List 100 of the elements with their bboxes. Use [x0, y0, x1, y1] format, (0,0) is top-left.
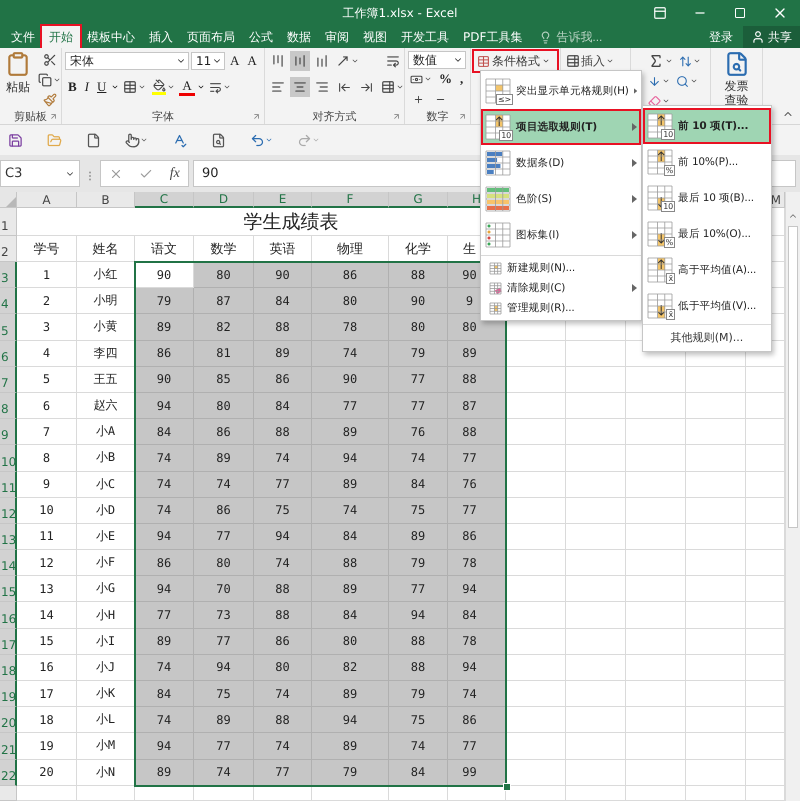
column-header[interactable]: A — [17, 192, 77, 208]
column-header[interactable]: B — [77, 192, 135, 208]
column-header[interactable]: D — [194, 192, 254, 208]
row-header[interactable]: 18 — [0, 654, 17, 681]
table-cell: 79 — [135, 288, 194, 314]
row-header[interactable]: 8 — [0, 392, 17, 420]
ribbon-tab[interactable]: 视图 — [356, 26, 394, 48]
row-header[interactable]: 5 — [0, 314, 17, 341]
row-header[interactable]: 12 — [0, 498, 17, 524]
table-cell: 87 — [448, 392, 506, 420]
row-header[interactable]: 7 — [0, 366, 17, 393]
row-header[interactable]: 1 — [0, 208, 17, 236]
table-cell: 94 — [135, 576, 194, 602]
row-header[interactable]: 19 — [0, 681, 17, 708]
table-cell: 74 — [135, 472, 194, 498]
row-header[interactable]: 20 — [0, 707, 17, 734]
ribbon-tab[interactable]: 插入 — [142, 26, 180, 48]
font-name-field[interactable]: 宋体 — [65, 52, 189, 70]
table-cell: 74 — [135, 707, 194, 734]
menu-item[interactable]: x̄ 低于平均值(V)... — [643, 288, 771, 324]
invoice-check-button[interactable]: 发票查验 — [714, 51, 759, 108]
table-cell: 76 — [389, 419, 448, 446]
row-header[interactable]: 11 — [0, 472, 17, 498]
sign-in-link[interactable]: 登录 — [699, 26, 743, 48]
row-header[interactable]: 16 — [0, 602, 17, 629]
column-header[interactable]: G — [389, 192, 448, 208]
font-color-button[interactable]: A — [179, 78, 195, 96]
ribbon-tab[interactable]: 数据 — [280, 26, 318, 48]
table-cell: 19 — [17, 733, 77, 760]
comma-button[interactable]: , — [457, 69, 466, 89]
ribbon-tab[interactable]: 页面布局 — [180, 26, 242, 48]
row-header[interactable]: 3 — [0, 262, 17, 288]
shrink-font-button[interactable]: A — [244, 51, 260, 71]
ribbon-tab[interactable]: PDF工具集 — [456, 26, 530, 48]
table-cell: 74 — [389, 445, 448, 472]
table-cell: 78 — [312, 314, 389, 341]
ribbon-tab[interactable]: 审阅 — [318, 26, 356, 48]
column-header[interactable]: F — [312, 192, 389, 208]
row-header[interactable]: 17 — [0, 628, 17, 655]
table-cell: 82 — [194, 314, 254, 341]
table-cell: 94 — [254, 524, 312, 550]
percent-button[interactable]: % — [436, 69, 455, 89]
table-cell: 88 — [254, 419, 312, 446]
menu-item[interactable]: 10 前 10 项(T)... — [643, 108, 771, 144]
font-size-field[interactable]: 11 — [191, 52, 225, 70]
table-cell: 李四 — [77, 340, 135, 367]
tell-me-field[interactable]: 告诉我... — [556, 30, 646, 44]
table-cell: 16 — [17, 654, 77, 681]
table-cell: 80 — [312, 288, 389, 314]
row-header[interactable]: 13 — [0, 524, 17, 550]
table-cell: 94 — [389, 602, 448, 629]
table-cell: 90 — [389, 288, 448, 314]
table-cell: 80 — [194, 262, 254, 288]
row-header[interactable]: 9 — [0, 419, 17, 446]
underline-button[interactable]: U — [94, 77, 110, 97]
ribbon-tab[interactable]: 模板中心 — [80, 26, 142, 48]
insert-button[interactable]: 插入 — [564, 51, 616, 71]
row-header[interactable]: 2 — [0, 236, 17, 262]
table-cell: 小D — [77, 498, 135, 524]
row-header[interactable]: 14 — [0, 550, 17, 576]
menu-item[interactable]: 10 项目选取规则(T) — [481, 109, 641, 145]
table-cell: 77 — [254, 760, 312, 786]
menu-item[interactable]: ≤> 突出显示单元格规则(H) — [481, 73, 641, 109]
column-header[interactable]: E — [254, 192, 312, 208]
number-format-field[interactable]: 数值 — [408, 51, 466, 69]
row-header[interactable]: 22 — [0, 760, 17, 786]
table-cell: 80 — [194, 550, 254, 576]
ribbon-tab[interactable]: 文件 — [4, 26, 42, 48]
ribbon-tab[interactable]: 开发工具 — [394, 26, 456, 48]
conditional-format-button[interactable]: 条件格式 — [474, 51, 557, 71]
ribbon-tab[interactable]: 公式 — [242, 26, 280, 48]
table-cell: 84 — [135, 681, 194, 708]
paste-button[interactable]: 粘贴 — [3, 51, 33, 109]
menu-item[interactable]: % 最后 10%(O)... — [643, 216, 771, 252]
row-header[interactable]: 4 — [0, 288, 17, 314]
share-button[interactable]: 共享 — [743, 26, 800, 48]
table-cell: 85 — [194, 366, 254, 393]
row-header[interactable]: 21 — [0, 733, 17, 760]
menu-item[interactable]: x̄ 高于平均值(A)... — [643, 252, 771, 288]
bold-button[interactable]: B — [65, 77, 80, 97]
row-header[interactable]: 6 — [0, 340, 17, 367]
table-cell: 90 — [254, 262, 312, 288]
row-header[interactable]: 15 — [0, 576, 17, 602]
row-header[interactable]: 10 — [0, 445, 17, 472]
name-box[interactable]: C3 — [0, 160, 80, 187]
table-cell: 74 — [135, 498, 194, 524]
table-cell: 77 — [448, 445, 506, 472]
grow-font-button[interactable]: A — [227, 51, 242, 71]
column-header[interactable]: C — [135, 192, 194, 208]
ribbon-tab[interactable]: 开始 — [42, 26, 80, 48]
table-cell: 74 — [448, 681, 506, 708]
table-cell: 12 — [17, 550, 77, 576]
italic-button[interactable]: I — [82, 77, 92, 97]
table-cell: 88 — [312, 550, 389, 576]
table-cell: 82 — [312, 654, 389, 681]
table-cell: 94 — [135, 392, 194, 420]
insert-function-button[interactable]: fx — [170, 166, 180, 182]
table-cell: 74 — [254, 733, 312, 760]
table-cell: 77 — [194, 524, 254, 550]
more-rules-item[interactable]: 其他规则(M)... — [643, 324, 771, 349]
